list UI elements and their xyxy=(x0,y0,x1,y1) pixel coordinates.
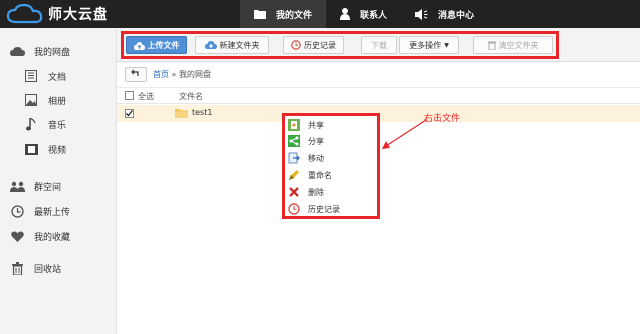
speaker-icon xyxy=(415,8,428,20)
folder-icon xyxy=(254,9,266,19)
sidebar-item-recycle-bin[interactable]: 回收站 xyxy=(0,257,117,279)
sidebar-item-label: 音乐 xyxy=(48,120,67,131)
sidebar-item-label: 回收站 xyxy=(34,264,62,275)
topnav-label: 联系人 xyxy=(360,10,388,21)
app-title: 师大云盘 xyxy=(48,7,108,23)
menu-item-label: 分享 xyxy=(308,136,324,146)
group-icon xyxy=(9,178,25,194)
image-icon xyxy=(23,92,39,108)
annotation-label: 右击文件 xyxy=(424,114,461,124)
filename-column-header[interactable]: 文件名 xyxy=(179,91,203,102)
menu-item-share[interactable]: 共享 xyxy=(288,117,374,133)
back-arrow-icon xyxy=(131,69,141,80)
film-icon xyxy=(23,141,39,157)
delete-icon xyxy=(288,186,300,198)
menu-item-publish[interactable]: 分享 xyxy=(288,133,374,149)
breadcrumb-current: 我的网盘 xyxy=(179,70,211,79)
row-checkbox[interactable] xyxy=(125,109,134,118)
menu-item-label: 历史记录 xyxy=(308,204,340,214)
topnav-label: 我的文件 xyxy=(276,10,313,21)
sidebar-item-documents[interactable]: 文档 xyxy=(0,65,117,87)
menu-item-move[interactable]: 移动 xyxy=(288,150,374,166)
file-name[interactable]: test1 xyxy=(192,108,212,117)
folder-icon xyxy=(175,109,188,121)
sidebar-item-label: 最新上传 xyxy=(34,207,71,218)
history-icon xyxy=(288,203,300,215)
topnav-my-files[interactable]: 我的文件 xyxy=(240,0,327,28)
trash-icon xyxy=(9,260,25,276)
user-icon xyxy=(340,8,351,20)
sidebar-item-label: 文档 xyxy=(48,72,67,83)
sidebar-item-my-disk[interactable]: 我的网盘 xyxy=(0,40,117,62)
top-bar: 师大云盘 我的文件 联系人 消息中心 xyxy=(0,0,640,28)
sidebar-item-label: 我的网盘 xyxy=(34,47,71,58)
topnav-label: 消息中心 xyxy=(438,10,475,21)
share-icon xyxy=(288,119,300,131)
select-all-label: 全选 xyxy=(138,92,154,101)
breadcrumb-path: 首页 » 我的网盘 xyxy=(153,69,211,80)
back-button[interactable] xyxy=(125,67,147,82)
sidebar-item-label: 我的收藏 xyxy=(34,232,71,243)
heart-icon xyxy=(9,228,25,244)
sidebar-item-music[interactable]: 音乐 xyxy=(0,113,117,135)
rename-icon xyxy=(288,169,300,181)
app-logo[interactable]: 师大云盘 xyxy=(6,3,108,25)
sidebar-item-group-space[interactable]: 群空间 xyxy=(0,175,117,197)
menu-item-label: 移动 xyxy=(308,153,324,163)
topnav-contacts[interactable]: 联系人 xyxy=(326,0,401,28)
sidebar-item-videos[interactable]: 视频 xyxy=(0,138,117,160)
menu-item-delete[interactable]: 删除 xyxy=(288,184,374,200)
sidebar-item-label: 群空间 xyxy=(34,182,62,193)
context-menu: 共享 分享 移动 重命名 删除 历史记录 xyxy=(282,113,380,219)
topnav-messages[interactable]: 消息中心 xyxy=(401,0,488,28)
sidebar-item-photos[interactable]: 相册 xyxy=(0,89,117,111)
sidebar-item-label: 相册 xyxy=(48,96,67,107)
breadcrumb-separator: » xyxy=(171,70,177,79)
move-icon xyxy=(288,152,300,164)
link-share-icon xyxy=(288,135,300,147)
clock-icon xyxy=(9,203,25,219)
sidebar: 我的网盘 文档 相册 音乐 视频 群空间 最新上传 我的收藏 回收站 xyxy=(0,28,117,334)
music-icon xyxy=(23,116,39,132)
menu-item-history[interactable]: 历史记录 xyxy=(288,201,374,217)
file-table-header: 全选 文件名 xyxy=(117,88,640,104)
document-icon xyxy=(23,68,39,84)
menu-item-label: 重命名 xyxy=(308,170,332,180)
toolbar-highlight-box xyxy=(121,31,559,59)
annotation-arrow-icon xyxy=(382,119,427,149)
menu-item-label: 共享 xyxy=(308,120,324,130)
breadcrumb: 首页 » 我的网盘 xyxy=(117,62,640,88)
sidebar-item-favorites[interactable]: 我的收藏 xyxy=(0,225,117,247)
select-all-checkbox[interactable] xyxy=(125,91,134,100)
sidebar-item-label: 视频 xyxy=(48,145,67,156)
cloud-icon xyxy=(9,43,25,59)
menu-item-rename[interactable]: 重命名 xyxy=(288,167,374,183)
breadcrumb-home-link[interactable]: 首页 xyxy=(153,70,169,79)
menu-item-label: 删除 xyxy=(308,187,324,197)
cloud-logo-icon xyxy=(6,3,43,24)
top-nav: 我的文件 联系人 消息中心 xyxy=(240,0,488,28)
sidebar-item-recent-uploads[interactable]: 最新上传 xyxy=(0,200,117,222)
